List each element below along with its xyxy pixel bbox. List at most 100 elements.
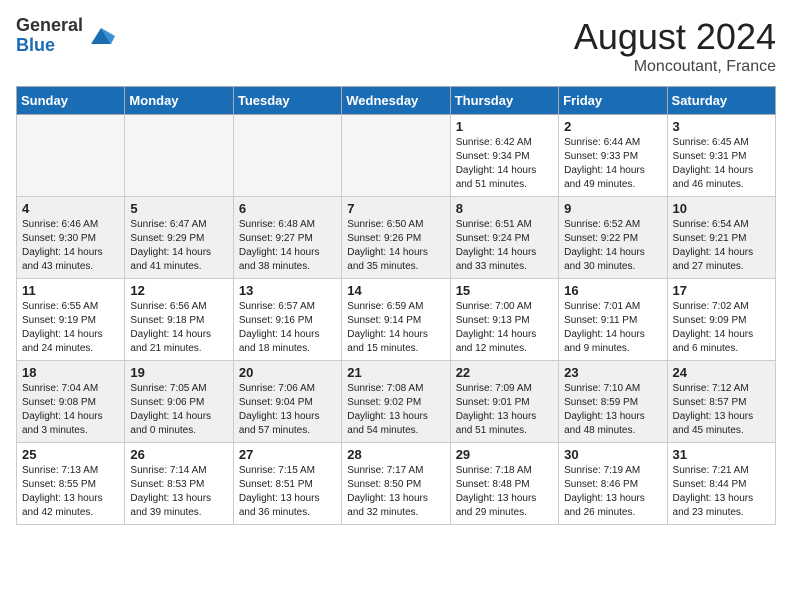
day-info: Sunrise: 7:02 AMSunset: 9:09 PMDaylight:… [673,300,770,356]
header-tuesday: Tuesday [233,87,341,115]
calendar-cell [125,115,233,197]
day-number: 18 [22,365,119,380]
day-info: Sunrise: 6:42 AMSunset: 9:34 PMDaylight:… [456,136,553,192]
calendar-cell: 8 Sunrise: 6:51 AMSunset: 9:24 PMDaylight… [450,197,558,279]
day-info: Sunrise: 7:12 AMSunset: 8:57 PMDaylight:… [673,382,770,438]
calendar-cell: 29 Sunrise: 7:18 AMSunset: 8:48 PMDayligh… [450,443,558,525]
day-number: 30 [564,447,661,462]
calendar-cell: 21 Sunrise: 7:08 AMSunset: 9:02 PMDayligh… [342,361,450,443]
day-number: 12 [130,283,227,298]
calendar-table: SundayMondayTuesdayWednesdayThursdayFrid… [16,86,776,525]
calendar-cell [342,115,450,197]
title-section: August 2024 Moncoutant, France [574,16,776,76]
calendar-cell: 18 Sunrise: 7:04 AMSunset: 9:08 PMDayligh… [17,361,125,443]
day-info: Sunrise: 6:45 AMSunset: 9:31 PMDaylight:… [673,136,770,192]
day-number: 31 [673,447,770,462]
day-info: Sunrise: 6:54 AMSunset: 9:21 PMDaylight:… [673,218,770,274]
logo: General Blue [16,16,115,56]
day-info: Sunrise: 7:00 AMSunset: 9:13 PMDaylight:… [456,300,553,356]
day-info: Sunrise: 6:56 AMSunset: 9:18 PMDaylight:… [130,300,227,356]
header-row: SundayMondayTuesdayWednesdayThursdayFrid… [17,87,776,115]
day-info: Sunrise: 7:10 AMSunset: 8:59 PMDaylight:… [564,382,661,438]
location-label: Moncoutant, France [574,58,776,76]
calendar-cell: 31Sunrise: 7:21 AMSunset: 8:44 PMDayligh… [667,443,775,525]
day-info: Sunrise: 6:51 AMSunset: 9:24 PMDaylight:… [456,218,553,274]
header-friday: Friday [559,87,667,115]
calendar-cell: 20Sunrise: 7:06 AMSunset: 9:04 PMDayligh… [233,361,341,443]
calendar-cell: 25 Sunrise: 7:13 AMSunset: 8:55 PMDayligh… [17,443,125,525]
day-number: 2 [564,119,661,134]
day-info: Sunrise: 7:01 AMSunset: 9:11 PMDaylight:… [564,300,661,356]
day-info: Sunrise: 6:50 AMSunset: 9:26 PMDaylight:… [347,218,444,274]
logo-general: General [16,16,83,36]
day-info: Sunrise: 6:48 AMSunset: 9:27 PMDaylight:… [239,218,336,274]
calendar-cell: 17 Sunrise: 7:02 AMSunset: 9:09 PMDayligh… [667,279,775,361]
day-number: 27 [239,447,336,462]
calendar-cell: 5Sunrise: 6:47 AMSunset: 9:29 PMDaylight… [125,197,233,279]
calendar-week-row: 4 Sunrise: 6:46 AMSunset: 9:30 PMDaylight… [17,197,776,279]
calendar-cell: 10 Sunrise: 6:54 AMSunset: 9:21 PMDayligh… [667,197,775,279]
day-number: 9 [564,201,661,216]
header-wednesday: Wednesday [342,87,450,115]
calendar-cell: 30 Sunrise: 7:19 AMSunset: 8:46 PMDayligh… [559,443,667,525]
calendar-cell: 19Sunrise: 7:05 AMSunset: 9:06 PMDayligh… [125,361,233,443]
day-number: 5 [130,201,227,216]
calendar-cell: 14Sunrise: 6:59 AMSunset: 9:14 PMDayligh… [342,279,450,361]
day-info: Sunrise: 7:04 AMSunset: 9:08 PMDaylight:… [22,382,119,438]
calendar-week-row: 18 Sunrise: 7:04 AMSunset: 9:08 PMDayligh… [17,361,776,443]
day-number: 29 [456,447,553,462]
day-info: Sunrise: 6:55 AMSunset: 9:19 PMDaylight:… [22,300,119,356]
day-info: Sunrise: 6:46 AMSunset: 9:30 PMDaylight:… [22,218,119,274]
day-number: 24 [673,365,770,380]
header-sunday: Sunday [17,87,125,115]
day-number: 21 [347,365,444,380]
day-number: 23 [564,365,661,380]
day-info: Sunrise: 7:09 AMSunset: 9:01 PMDaylight:… [456,382,553,438]
page-header: General Blue August 2024 Moncoutant, Fra… [16,16,776,76]
calendar-cell: 11 Sunrise: 6:55 AMSunset: 9:19 PMDayligh… [17,279,125,361]
logo-text: General Blue [16,16,83,56]
header-monday: Monday [125,87,233,115]
calendar-cell: 13Sunrise: 6:57 AMSunset: 9:16 PMDayligh… [233,279,341,361]
day-number: 4 [22,201,119,216]
logo-icon [87,22,115,50]
day-number: 10 [673,201,770,216]
header-saturday: Saturday [667,87,775,115]
day-number: 17 [673,283,770,298]
day-number: 13 [239,283,336,298]
calendar-cell: 2Sunrise: 6:44 AMSunset: 9:33 PMDaylight… [559,115,667,197]
day-number: 25 [22,447,119,462]
calendar-cell: 27 Sunrise: 7:15 AMSunset: 8:51 PMDayligh… [233,443,341,525]
day-number: 11 [22,283,119,298]
header-thursday: Thursday [450,87,558,115]
day-number: 19 [130,365,227,380]
calendar-cell: 12 Sunrise: 6:56 AMSunset: 9:18 PMDayligh… [125,279,233,361]
day-info: Sunrise: 7:08 AMSunset: 9:02 PMDaylight:… [347,382,444,438]
calendar-cell: 16 Sunrise: 7:01 AMSunset: 9:11 PMDayligh… [559,279,667,361]
day-info: Sunrise: 7:18 AMSunset: 8:48 PMDaylight:… [456,464,553,520]
month-year-title: August 2024 [574,16,776,58]
calendar-cell: 7Sunrise: 6:50 AMSunset: 9:26 PMDaylight… [342,197,450,279]
day-info: Sunrise: 7:14 AMSunset: 8:53 PMDaylight:… [130,464,227,520]
day-number: 14 [347,283,444,298]
day-info: Sunrise: 7:06 AMSunset: 9:04 PMDaylight:… [239,382,336,438]
day-number: 16 [564,283,661,298]
day-info: Sunrise: 7:19 AMSunset: 8:46 PMDaylight:… [564,464,661,520]
calendar-cell [17,115,125,197]
day-number: 1 [456,119,553,134]
day-number: 15 [456,283,553,298]
day-info: Sunrise: 6:52 AMSunset: 9:22 PMDaylight:… [564,218,661,274]
logo-blue: Blue [16,36,83,56]
day-info: Sunrise: 7:13 AMSunset: 8:55 PMDaylight:… [22,464,119,520]
day-number: 26 [130,447,227,462]
calendar-cell: 23 Sunrise: 7:10 AMSunset: 8:59 PMDayligh… [559,361,667,443]
calendar-cell: 28Sunrise: 7:17 AMSunset: 8:50 PMDayligh… [342,443,450,525]
calendar-cell: 1 Sunrise: 6:42 AMSunset: 9:34 PMDaylight… [450,115,558,197]
day-info: Sunrise: 7:15 AMSunset: 8:51 PMDaylight:… [239,464,336,520]
calendar-cell: 22Sunrise: 7:09 AMSunset: 9:01 PMDayligh… [450,361,558,443]
calendar-week-row: 25 Sunrise: 7:13 AMSunset: 8:55 PMDayligh… [17,443,776,525]
day-number: 8 [456,201,553,216]
calendar-cell [233,115,341,197]
calendar-cell: 26 Sunrise: 7:14 AMSunset: 8:53 PMDayligh… [125,443,233,525]
day-info: Sunrise: 7:17 AMSunset: 8:50 PMDaylight:… [347,464,444,520]
